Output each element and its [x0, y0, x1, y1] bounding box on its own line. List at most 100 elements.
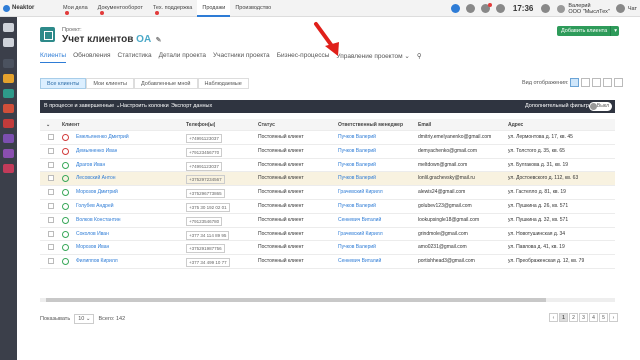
horizontal-scrollbar[interactable]	[40, 298, 615, 302]
top-nav-production[interactable]: Производство	[230, 0, 276, 17]
menu-icon[interactable]	[3, 23, 14, 32]
export-data-button[interactable]: Экспорт данных	[171, 100, 212, 113]
client-name[interactable]: Морозов Дмитрий	[76, 186, 118, 199]
col-phones[interactable]: Телефон(ы)	[186, 119, 215, 131]
blank-icon[interactable]	[3, 59, 14, 68]
row-checkbox[interactable]	[48, 258, 54, 265]
client-name[interactable]: Волков Константин	[76, 214, 121, 227]
manager-name[interactable]: Пучков Валерий	[338, 200, 376, 213]
expand-chevron-icon[interactable]: ⌄	[46, 119, 50, 131]
list-view-icon[interactable]	[581, 78, 590, 87]
manager-name[interactable]: Пучков Валерий	[338, 159, 376, 172]
tab-updates[interactable]: Обновления	[73, 52, 110, 63]
col-email[interactable]: Email	[418, 119, 431, 131]
top-nav-sales[interactable]: Продажи	[197, 0, 231, 17]
col-status[interactable]: Статус	[258, 119, 275, 131]
search-icon[interactable]: ⚲	[417, 52, 422, 63]
row-checkbox[interactable]	[48, 134, 54, 140]
manager-name[interactable]: Сенкевич Виталий	[338, 255, 381, 268]
client-name[interactable]: Драгов Иван	[76, 159, 105, 172]
status-filter-dropdown[interactable]: В процессе и завершенные ⌄	[44, 100, 120, 113]
col-address[interactable]: Адрес	[508, 119, 523, 131]
add-icon[interactable]	[450, 4, 460, 13]
subtab-watched[interactable]: Наблюдаемые	[197, 78, 249, 89]
tab-statistics[interactable]: Статистика	[118, 52, 152, 63]
table-row[interactable]: Филиппов Кирилл +377 34 499 10 77 Постоянн…	[40, 255, 615, 269]
table-row[interactable]: Демьяненко Иван +79123456770 Постоянный кл…	[40, 145, 615, 159]
client-name[interactable]: Филиппов Кирилл	[76, 255, 118, 268]
finance-icon[interactable]	[3, 164, 14, 173]
subtab-added-by-me[interactable]: Добавленные мной	[133, 78, 198, 89]
page-button[interactable]: 3	[579, 313, 588, 322]
client-name[interactable]: Морозов Иван	[76, 241, 109, 254]
tab-project-details[interactable]: Детали проекта	[159, 52, 206, 63]
manager-name[interactable]: Пучков Валерий	[338, 131, 376, 144]
tab-clients[interactable]: Клиенты	[40, 52, 67, 63]
row-checkbox[interactable]	[48, 147, 54, 154]
col-client[interactable]: Клиент	[62, 119, 80, 131]
row-checkbox[interactable]	[48, 216, 54, 223]
row-checkbox[interactable]	[48, 230, 54, 237]
documents-icon[interactable]	[3, 38, 14, 47]
manager-name[interactable]: Пучков Валерий	[338, 145, 376, 158]
prev-page-button[interactable]: ‹	[549, 313, 558, 322]
cart-icon[interactable]	[3, 119, 14, 128]
manager-name[interactable]: Пучков Валерий	[338, 172, 376, 185]
page-button[interactable]: 2	[569, 313, 578, 322]
manager-name[interactable]: Грачевский Кирилл	[338, 186, 383, 199]
page-size-select[interactable]: 10 ⌄	[74, 314, 95, 324]
tab-project-management[interactable]: Управление проектом ⌄	[336, 52, 409, 63]
search-icon[interactable]	[465, 4, 475, 13]
tab-project-members[interactable]: Участники проекта	[213, 52, 270, 63]
chevron-down-icon[interactable]: ▾	[614, 26, 617, 36]
help-icon[interactable]	[495, 4, 505, 13]
app-logo[interactable]: Neaktor	[0, 4, 38, 12]
table-row[interactable]: Соколов Иван +377 34 114 89 95 Постоянный …	[40, 228, 615, 242]
table-row[interactable]: Лесовский Антон +375297234567 Постоянный к…	[40, 172, 615, 187]
row-checkbox[interactable]	[48, 189, 54, 196]
notifications-icon[interactable]	[480, 3, 492, 13]
table-row[interactable]: Морозов Дмитрий +375296773865 Постоянный к…	[40, 186, 615, 200]
compact-view-icon[interactable]	[592, 78, 601, 87]
chat-label[interactable]: Чат	[628, 6, 637, 12]
manager-name[interactable]: Грачевский Кирилл	[338, 228, 383, 241]
scrollbar-thumb[interactable]	[46, 298, 546, 302]
table-row[interactable]: Голубев Андрей +375 30 192 02 01 Постоянны…	[40, 200, 615, 214]
grid-view-icon[interactable]	[603, 78, 612, 87]
row-checkbox[interactable]	[48, 161, 54, 168]
orders-icon[interactable]	[3, 74, 14, 83]
add-client-button[interactable]: Добавить клиента ▾	[557, 26, 619, 36]
calendar-icon[interactable]	[3, 104, 14, 113]
reports-icon[interactable]	[3, 149, 14, 158]
extra-filter-toggle[interactable]: Выкл	[589, 102, 612, 111]
top-nav-support[interactable]: Тех. поддержка	[148, 0, 198, 17]
table-row[interactable]: Морозов Иван +375291987756 Постоянный клие…	[40, 241, 615, 256]
table-row[interactable]: Емельяненко Дмитрий +74991123037 Постоянны…	[40, 131, 615, 145]
top-nav-my-tasks[interactable]: Мои дела	[58, 0, 93, 17]
row-checkbox[interactable]	[48, 244, 54, 251]
client-name[interactable]: Лесовский Антон	[76, 172, 116, 185]
col-manager[interactable]: Ответственный менеджер	[338, 119, 403, 131]
page-button[interactable]: 4	[589, 313, 598, 322]
warehouse-icon[interactable]	[3, 134, 14, 143]
settings-icon[interactable]	[541, 4, 551, 13]
manager-name[interactable]: Сенкевич Виталий	[338, 214, 381, 227]
row-checkbox[interactable]	[48, 202, 54, 209]
table-row[interactable]: Драгов Иван +74991123037 Постоянный клиент…	[40, 159, 615, 173]
page-button[interactable]: 5	[599, 313, 608, 322]
table-row[interactable]: Волков Константин +79123546780 Постоянный …	[40, 214, 615, 228]
user-menu[interactable]: Валерий ООО "МыслТех"	[557, 3, 610, 15]
row-checkbox[interactable]	[48, 175, 54, 182]
edit-pencil-icon[interactable]: ✎	[156, 37, 162, 44]
subtab-all-clients[interactable]: Все клиенты	[40, 78, 87, 89]
client-name[interactable]: Голубев Андрей	[76, 200, 114, 213]
chat-icon[interactable]	[615, 4, 625, 13]
page-button[interactable]: 1	[559, 313, 568, 322]
subtab-my-clients[interactable]: Мои клиенты	[86, 78, 134, 89]
client-name[interactable]: Соколов Иван	[76, 228, 109, 241]
board-view-icon[interactable]	[614, 78, 623, 87]
next-page-button[interactable]: ›	[609, 313, 618, 322]
top-nav-documents[interactable]: Документооборот	[93, 0, 148, 17]
plus-icon[interactable]	[3, 89, 14, 98]
client-name[interactable]: Емельяненко Дмитрий	[76, 131, 129, 144]
